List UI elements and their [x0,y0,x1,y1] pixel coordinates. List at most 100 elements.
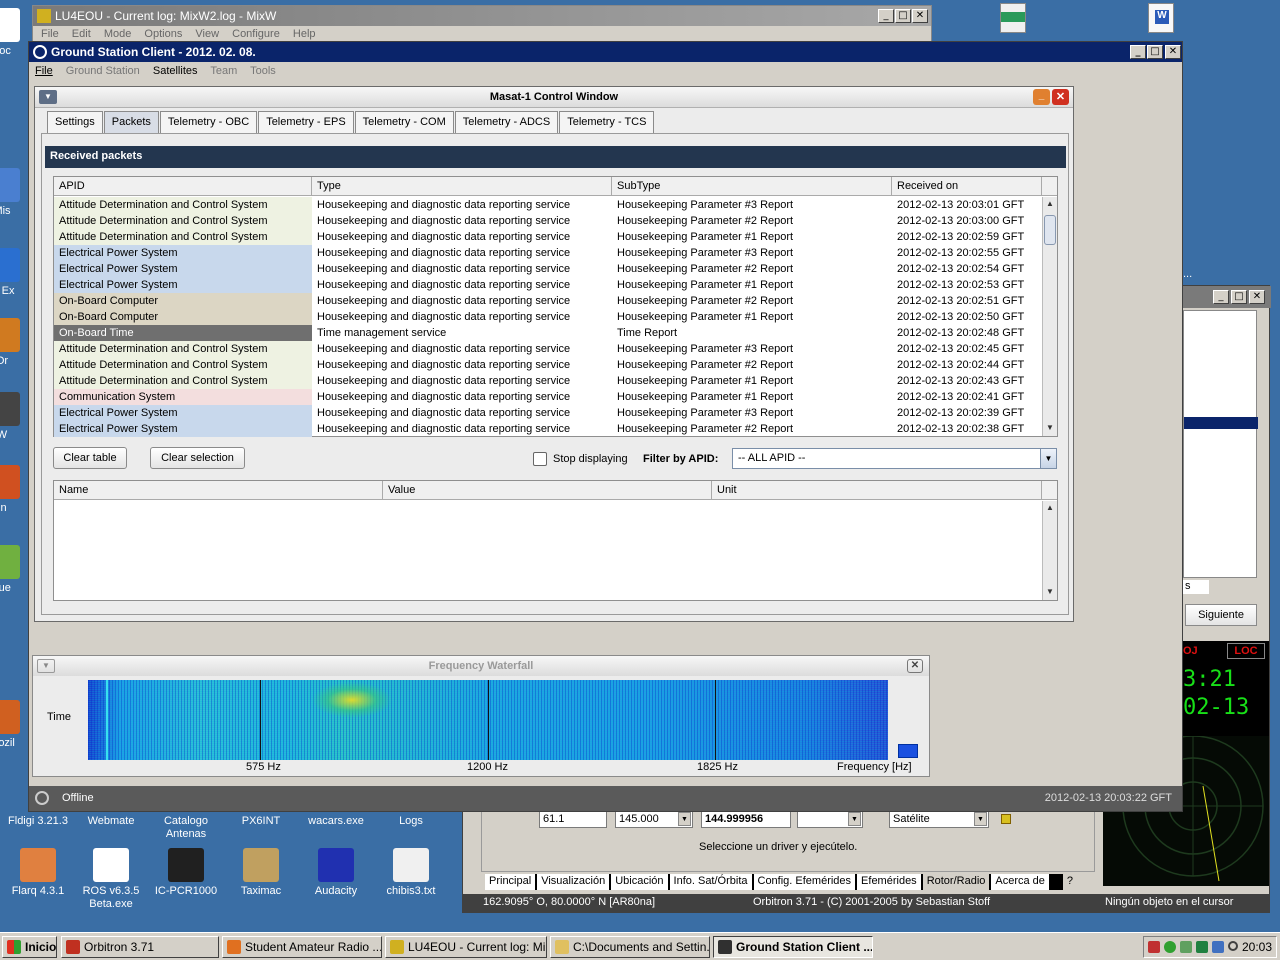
chevron-down-icon[interactable]: ▼ [1040,449,1056,468]
clear-table-button[interactable]: Clear table [53,447,127,469]
collapse-icon[interactable]: ▼ [37,659,55,673]
maximize-icon[interactable]: □ [1231,290,1247,304]
mixw-menu-help[interactable]: Help [293,28,316,40]
radio-mode-select[interactable]: Satélite ▼ [889,810,989,828]
minimize-icon[interactable]: _ [1033,89,1050,105]
mixw-menu-file[interactable]: File [41,28,59,40]
table-row[interactable]: Electrical Power System Housekeeping and … [54,277,1042,293]
col-subtype[interactable]: SubType [612,177,892,195]
chevron-down-icon[interactable]: ▼ [848,812,861,826]
mixw-titlebar[interactable]: LU4EOU - Current log: MixW2.log - MixW _… [33,6,931,26]
table-row[interactable]: Electrical Power System Housekeeping and … [54,405,1042,421]
desktop-icon[interactable]: doc [0,8,30,58]
col-name[interactable]: Name [54,481,383,499]
tab-acerca-de[interactable]: Acerca de [991,874,1049,890]
table-row[interactable]: Attitude Determination and Control Syste… [54,357,1042,373]
menu-tools[interactable]: Tools [250,65,276,77]
search-icon[interactable] [1228,941,1238,951]
clear-selection-button[interactable]: Clear selection [150,447,245,469]
mixw-window[interactable]: LU4EOU - Current log: MixW2.log - MixW _… [32,5,932,45]
desktop-icon[interactable]: Taximac [223,848,299,898]
desktop-icon-spreadsheet[interactable] [1000,3,1026,33]
tab-help[interactable]: ? [1062,874,1078,890]
frequency-waterfall-window[interactable]: ▼ Frequency Waterfall ✕ Time 575 Hz 1200… [32,655,930,777]
messenger-icon[interactable] [1164,941,1176,953]
scroll-up-icon[interactable]: ▲ [1043,501,1057,515]
table-row[interactable]: Electrical Power System Housekeeping and … [54,261,1042,277]
desktop-icon[interactable]: In [0,465,30,515]
desktop-icon[interactable]: Or [0,318,30,368]
desktop-icon[interactable]: IC-PCR1000 [148,848,224,898]
tab-telemetry-obc[interactable]: Telemetry - OBC [159,111,258,133]
waterfall-spectrum[interactable] [88,680,888,760]
menu-file[interactable]: File [35,65,53,77]
tab-telemetry-adcs[interactable]: Telemetry - ADCS [454,111,559,133]
frequency-uplink-field[interactable]: 144.999956 [701,810,791,828]
col-apid[interactable]: APID [54,177,312,195]
lock-icon[interactable] [1001,814,1011,824]
table-row[interactable]: On-Board Computer Housekeeping and diagno… [54,309,1042,325]
chevron-down-icon[interactable]: ▼ [974,812,987,826]
siguiente-button[interactable]: Siguiente [1185,604,1257,626]
frequency-downlink-select[interactable]: 145.000 ▼ [615,810,693,828]
minimize-icon[interactable]: _ [1213,290,1229,304]
tab-info-sat[interactable]: Info. Sat/Órbita [669,874,752,890]
masat-control-window[interactable]: ▼ Masat-1 Control Window _ ✕ Settings Pa… [34,86,1074,622]
scroll-thumb[interactable] [1044,215,1056,245]
table-row[interactable]: Attitude Determination and Control Syste… [54,373,1042,389]
tab-ubicacion[interactable]: Ubicación [611,874,668,890]
tab-rotor-radio[interactable]: Rotor/Radio [922,874,990,890]
desktop-icon[interactable]: Audacity [298,848,374,898]
table-row[interactable]: Electrical Power System Housekeeping and … [54,421,1042,437]
longitude-field[interactable]: 61.1 [539,810,607,828]
mixw-menu-view[interactable]: View [195,28,219,40]
collapse-icon[interactable]: ▼ [39,90,57,104]
close-icon[interactable]: ✕ [1052,89,1069,105]
taskbar-button[interactable]: Ground Station Client ... [713,936,873,958]
close-icon[interactable]: ✕ [1165,45,1181,59]
minimize-icon[interactable]: _ [1130,45,1146,59]
antivirus-icon[interactable] [1196,941,1208,953]
stop-displaying-checkbox[interactable] [533,452,547,466]
taskbar-button[interactable]: Student Amateur Radio ... [222,936,382,958]
tab-telemetry-eps[interactable]: Telemetry - EPS [258,111,354,133]
selected-list-row[interactable] [1184,417,1258,429]
table-row[interactable]: Communication System Housekeeping and dia… [54,389,1042,405]
col-received-on[interactable]: Received on [892,177,1042,195]
taskbar-button[interactable]: Orbitron 3.71 [61,936,219,958]
desktop-icon[interactable]: chibis3.txt [373,848,449,898]
orbitron-titlebar[interactable]: _ □ ✕ [1183,286,1271,308]
desktop-icon[interactable]: Mozil [0,700,30,750]
waterfall-titlebar[interactable]: ▼ Frequency Waterfall ✕ [33,656,929,676]
menu-team[interactable]: Team [210,65,237,77]
desktop-icon[interactable]: Mis [0,168,30,218]
masat-titlebar[interactable]: ▼ Masat-1 Control Window _ ✕ [35,87,1073,108]
close-icon[interactable]: ✕ [1249,290,1265,304]
table-row[interactable]: Electrical Power System Housekeeping and … [54,245,1042,261]
packet-details-table[interactable]: Name Value Unit ▲ ▼ [53,480,1058,601]
scroll-down-icon[interactable]: ▼ [1043,421,1057,435]
desktop-icon[interactable]: Flarq 4.3.1 [0,848,76,898]
tab-packets[interactable]: Packets [103,111,159,133]
taskbar-button[interactable]: LU4EOU - Current log: Mi... [385,936,547,958]
desktop-icon[interactable]: W [0,392,30,442]
col-type[interactable]: Type [312,177,612,195]
tab-telemetry-tcs[interactable]: Telemetry - TCS [559,111,655,133]
mixw-menu-edit[interactable]: Edit [72,28,91,40]
mode-empty-select[interactable]: ▼ [797,810,863,828]
start-button[interactable]: Inicio [2,936,57,958]
desktop-icon-word-doc[interactable]: W [1148,3,1174,33]
desktop-icon[interactable]: cue [0,545,30,595]
packets-table[interactable]: APID Type SubType Received on Attitude D… [53,176,1058,437]
table-row[interactable]: Attitude Determination and Control Syste… [54,341,1042,357]
tab-visualizacion[interactable]: Visualización [537,874,610,890]
volume-icon[interactable] [1180,941,1192,953]
maximize-icon[interactable]: □ [1147,45,1163,59]
minimize-icon[interactable]: _ [878,9,894,23]
menu-satellites[interactable]: Satellites [153,65,198,77]
col-value[interactable]: Value [383,481,712,499]
mixw-menu-options[interactable]: Options [144,28,182,40]
menu-ground-station[interactable]: Ground Station [66,65,140,77]
table-row[interactable]: On-Board Time Time management service Time… [54,325,1042,341]
apid-filter-select[interactable]: -- ALL APID -- ▼ [732,448,1057,469]
